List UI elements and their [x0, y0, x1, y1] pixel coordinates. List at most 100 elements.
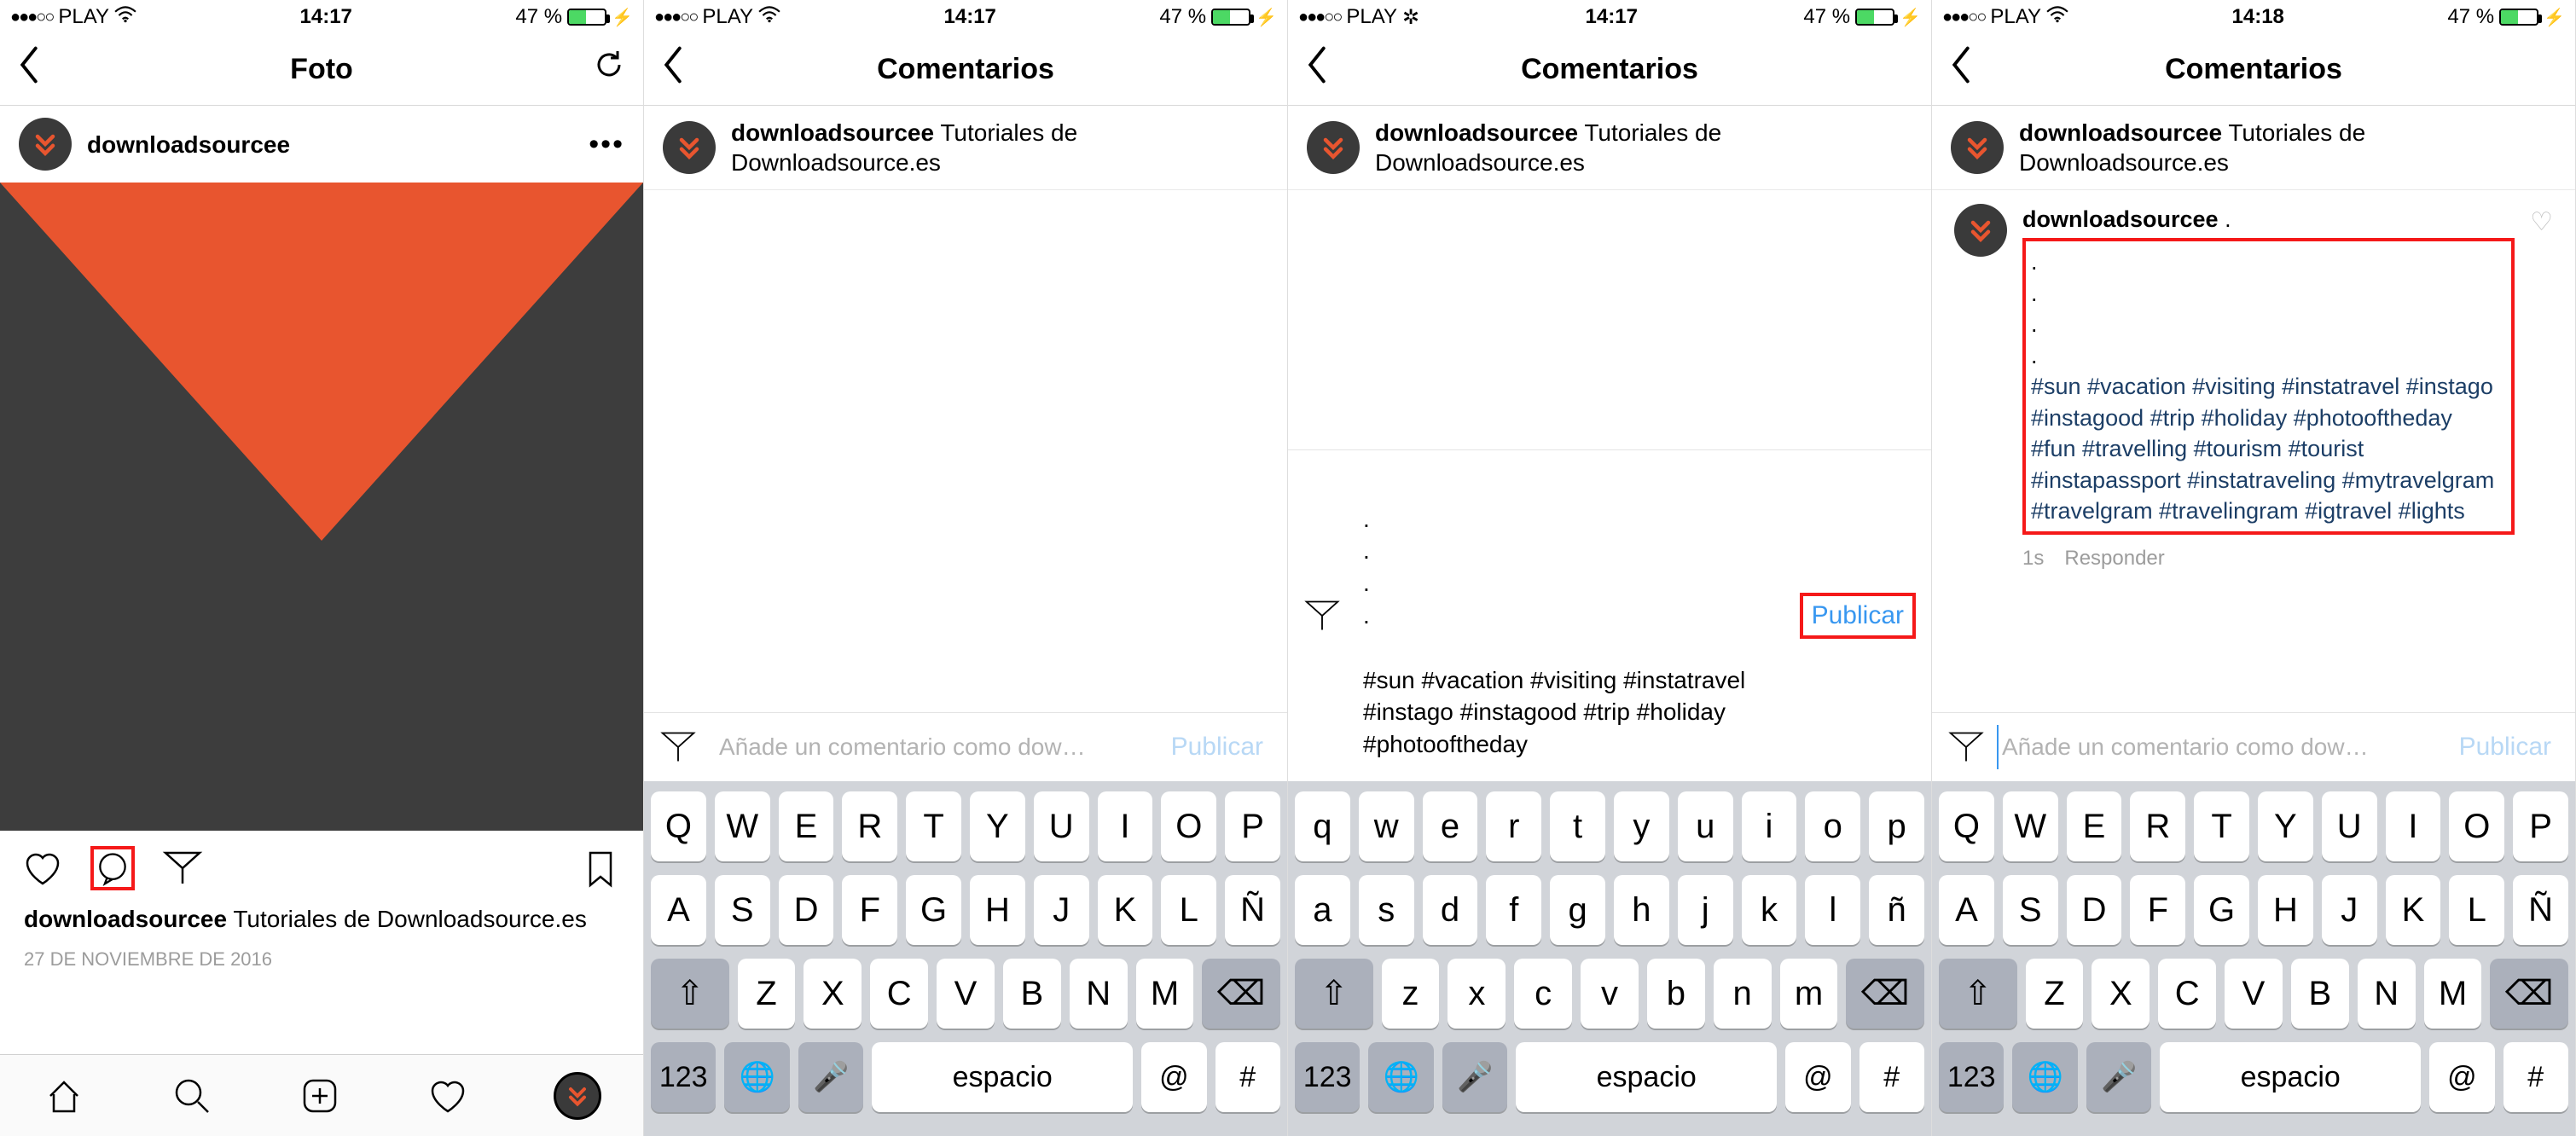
at-key[interactable]: @ — [1785, 1042, 1850, 1112]
key-e[interactable]: E — [2067, 791, 2122, 861]
key-ñ[interactable]: Ñ — [2513, 875, 2568, 945]
key-f[interactable]: F — [2130, 875, 2185, 945]
key-k[interactable]: k — [1742, 875, 1797, 945]
key-n[interactable]: n — [1714, 959, 1772, 1029]
publish-button[interactable]: Publicar — [2451, 727, 2560, 767]
key-c[interactable]: c — [1514, 959, 1572, 1029]
like-button[interactable] — [20, 846, 65, 890]
reply-button[interactable]: Responder — [2064, 545, 2164, 572]
key-h[interactable]: H — [2258, 875, 2313, 945]
username[interactable]: downloadsourcee — [2019, 119, 2222, 146]
publish-button[interactable]: Publicar — [1163, 727, 1272, 767]
back-button[interactable] — [17, 46, 41, 93]
key-s[interactable]: S — [715, 875, 770, 945]
space-key[interactable]: espacio — [872, 1042, 1133, 1112]
globe-key[interactable]: 🌐 — [1368, 1042, 1433, 1112]
caption-username[interactable]: downloadsourcee — [24, 906, 227, 932]
key-ñ[interactable]: Ñ — [1225, 875, 1280, 945]
mic-key[interactable]: 🎤 — [1442, 1042, 1507, 1112]
back-button[interactable] — [1949, 46, 1973, 93]
key-d[interactable]: d — [1423, 875, 1478, 945]
avatar[interactable] — [19, 118, 72, 171]
key-m[interactable]: M — [2424, 959, 2482, 1029]
key-k[interactable]: K — [2386, 875, 2441, 945]
numeric-key[interactable]: 123 — [651, 1042, 716, 1112]
tab-activity[interactable] — [426, 1074, 470, 1118]
direct-icon[interactable] — [659, 728, 697, 766]
key-e[interactable]: E — [779, 791, 834, 861]
key-o[interactable]: O — [2449, 791, 2504, 861]
username[interactable]: downloadsourcee — [1375, 119, 1578, 146]
key-p[interactable]: p — [1869, 791, 1924, 861]
key-g[interactable]: g — [1550, 875, 1605, 945]
key-o[interactable]: O — [1161, 791, 1216, 861]
key-c[interactable]: C — [870, 959, 928, 1029]
key-s[interactable]: S — [2003, 875, 2058, 945]
keyboard[interactable]: qwertyuiop asdfghjklñ ⇧ zxcvbnm ⌫ 123 🌐 … — [1288, 781, 1931, 1136]
comment-input[interactable]: Añade un comentario como dow… — [1997, 725, 2439, 769]
direct-icon[interactable] — [1947, 728, 1985, 766]
post-photo[interactable] — [0, 183, 643, 831]
key-q[interactable]: Q — [651, 791, 706, 861]
key-q[interactable]: Q — [1939, 791, 1994, 861]
at-key[interactable]: @ — [2429, 1042, 2494, 1112]
key-u[interactable]: U — [2322, 791, 2377, 861]
key-q[interactable]: q — [1295, 791, 1350, 861]
at-key[interactable]: @ — [1141, 1042, 1206, 1112]
shift-key[interactable]: ⇧ — [651, 959, 729, 1029]
key-p[interactable]: P — [1225, 791, 1280, 861]
key-t[interactable]: T — [2194, 791, 2249, 861]
key-v[interactable]: V — [937, 959, 995, 1029]
key-u[interactable]: u — [1678, 791, 1733, 861]
key-z[interactable]: Z — [738, 959, 796, 1029]
key-w[interactable]: w — [1359, 791, 1414, 861]
avatar[interactable] — [1951, 121, 2004, 174]
comment-username[interactable]: downloadsourcee — [2022, 206, 2219, 232]
back-button[interactable] — [661, 46, 685, 93]
refresh-button[interactable] — [592, 48, 626, 91]
tab-home[interactable] — [42, 1074, 86, 1118]
key-r[interactable]: R — [2130, 791, 2185, 861]
key-ñ[interactable]: ñ — [1869, 875, 1924, 945]
key-l[interactable]: L — [1161, 875, 1216, 945]
globe-key[interactable]: 🌐 — [2012, 1042, 2077, 1112]
space-key[interactable]: espacio — [1516, 1042, 1777, 1112]
key-n[interactable]: N — [1070, 959, 1128, 1029]
key-z[interactable]: z — [1382, 959, 1440, 1029]
mic-key[interactable]: 🎤 — [2086, 1042, 2151, 1112]
shift-key[interactable]: ⇧ — [1939, 959, 2017, 1029]
key-x[interactable]: X — [804, 959, 862, 1029]
more-button[interactable]: ••• — [589, 128, 624, 161]
key-k[interactable]: K — [1098, 875, 1153, 945]
key-v[interactable]: V — [2225, 959, 2283, 1029]
hash-key[interactable]: # — [2503, 1042, 2568, 1112]
key-b[interactable]: b — [1647, 959, 1705, 1029]
bookmark-button[interactable] — [578, 846, 623, 890]
key-g[interactable]: G — [2194, 875, 2249, 945]
key-e[interactable]: e — [1423, 791, 1478, 861]
tab-search[interactable] — [170, 1074, 214, 1118]
back-button[interactable] — [1305, 46, 1329, 93]
key-d[interactable]: D — [2067, 875, 2122, 945]
username[interactable]: downloadsourcee — [87, 131, 290, 158]
key-h[interactable]: h — [1614, 875, 1669, 945]
avatar[interactable] — [1307, 121, 1360, 174]
numeric-key[interactable]: 123 — [1295, 1042, 1360, 1112]
share-button[interactable] — [160, 846, 205, 890]
space-key[interactable]: espacio — [2160, 1042, 2421, 1112]
hash-key[interactable]: # — [1215, 1042, 1280, 1112]
comment-input[interactable]: Añade un comentario como dow… — [709, 725, 1151, 769]
avatar[interactable] — [663, 121, 716, 174]
key-y[interactable]: Y — [970, 791, 1025, 861]
key-r[interactable]: r — [1486, 791, 1541, 861]
key-h[interactable]: H — [970, 875, 1025, 945]
key-i[interactable]: i — [1742, 791, 1797, 861]
key-m[interactable]: m — [1780, 959, 1838, 1029]
avatar[interactable] — [1954, 204, 2007, 257]
key-w[interactable]: W — [715, 791, 770, 861]
publish-button[interactable]: Publicar — [1800, 593, 1916, 639]
key-j[interactable]: J — [1034, 875, 1089, 945]
comment-input[interactable]: . . . . #sun #vacation #visiting #instat… — [1353, 462, 1788, 769]
key-u[interactable]: U — [1034, 791, 1089, 861]
key-z[interactable]: Z — [2026, 959, 2084, 1029]
